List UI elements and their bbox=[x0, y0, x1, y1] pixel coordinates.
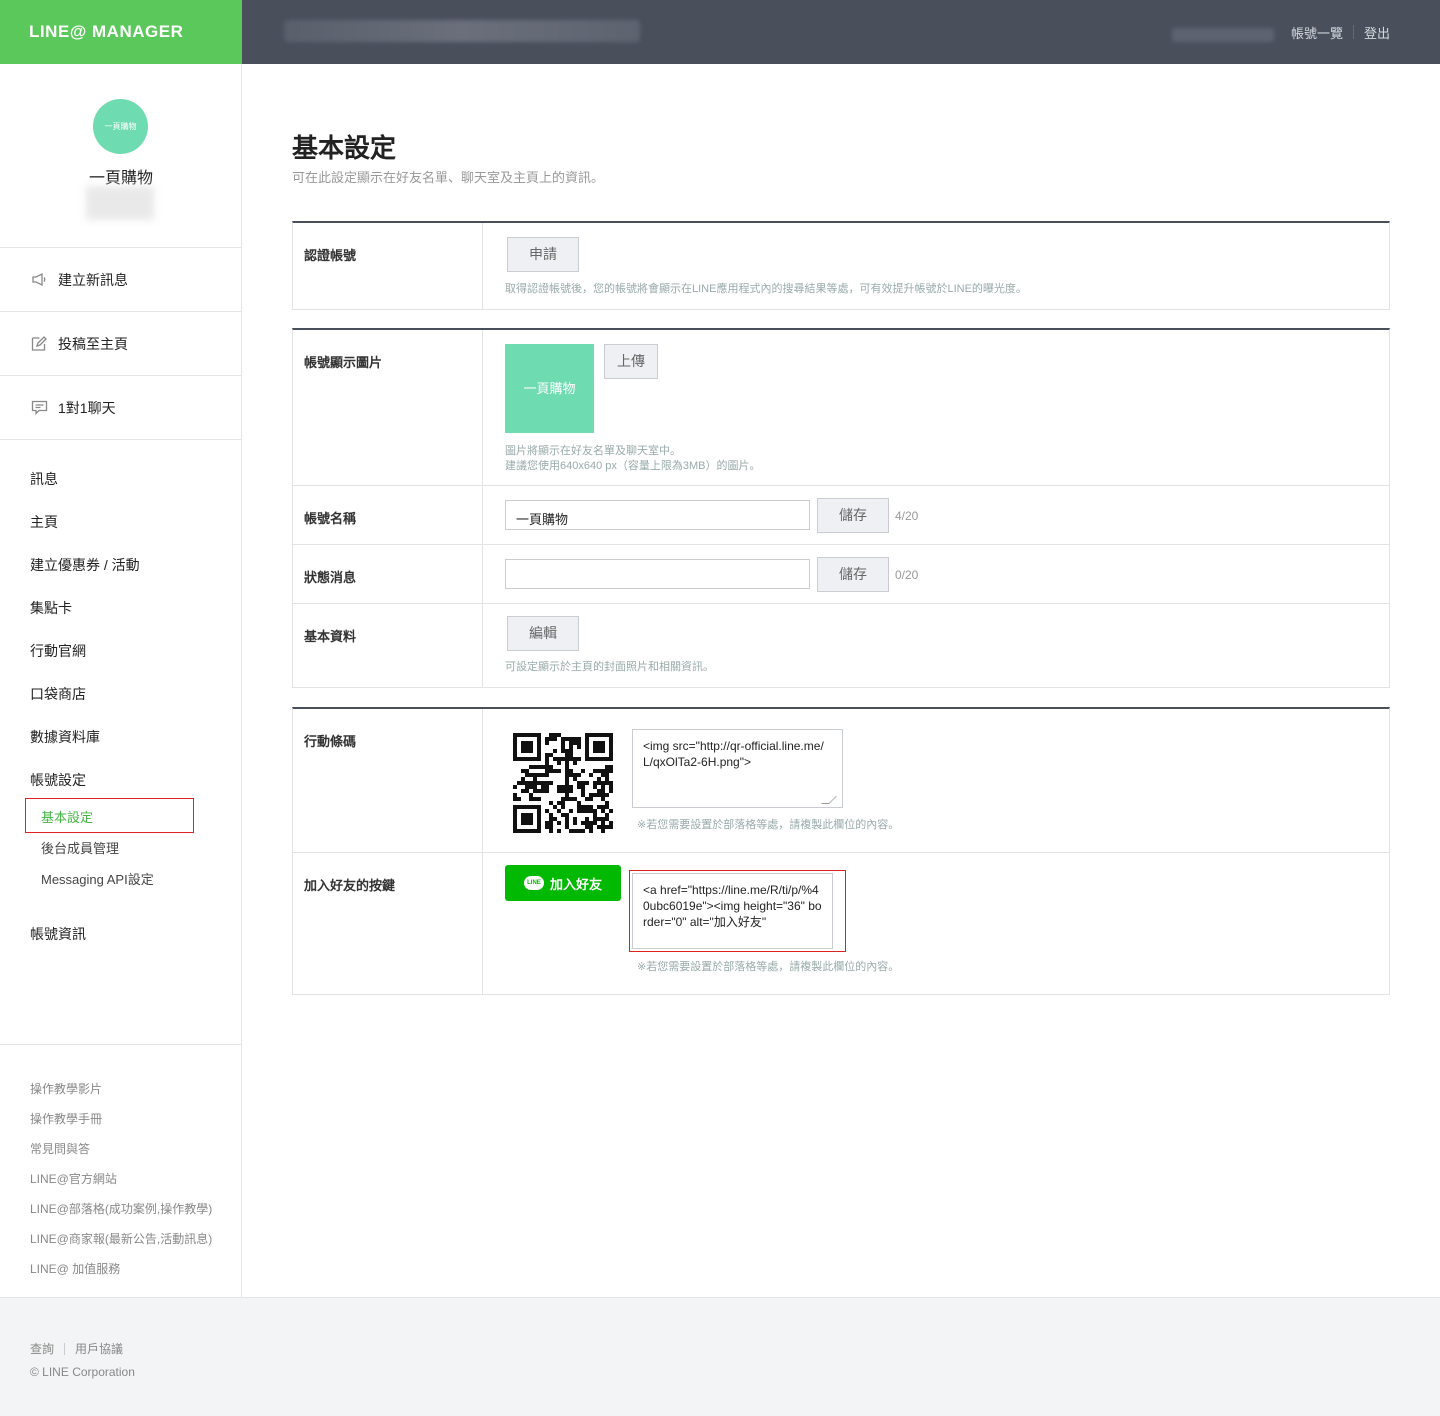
quick-chat-label: 1對1聊天 bbox=[58, 399, 116, 416]
row-qr-code: 行動條碼 <img src="http://qr-official.line.m… bbox=[293, 709, 1389, 853]
row-account-name: 帳號名稱 一頁購物 儲存 4/20 bbox=[293, 486, 1389, 545]
footer-divider bbox=[64, 1342, 66, 1355]
value-profile-image: 一頁購物 上傳 圖片將顯示在好友名單及聊天室中。 建議您使用640x640 px… bbox=[494, 330, 1389, 485]
megaphone-icon bbox=[30, 272, 48, 288]
menu-reward-card[interactable]: 集點卡 bbox=[0, 587, 241, 630]
save-status-button[interactable]: 儲存 bbox=[817, 557, 889, 592]
quick-new-message-label: 建立新訊息 bbox=[58, 271, 128, 288]
value-verified-account: 申請 取得認證帳號後，您的帳號將會顯示在LINE應用程式內的搜尋結果等處，可有效… bbox=[494, 223, 1389, 309]
apply-button[interactable]: 申請 bbox=[507, 237, 579, 272]
qr-code-embed-textarea[interactable]: <img src="http://qr-official.line.me/L/q… bbox=[632, 729, 843, 808]
profile-image-thumbnail: 一頁購物 bbox=[505, 344, 594, 433]
page-subtitle: 可在此設定顯示在好友名單、聊天室及主頁上的資訊。 bbox=[292, 170, 605, 185]
help-link-official-site[interactable]: LINE@官方網站 bbox=[0, 1169, 241, 1199]
profile-image-hint-1: 圖片將顯示在好友名單及聊天室中。 bbox=[505, 445, 681, 457]
basic-info-hint: 可設定顯示於主頁的封面照片和相關資訊。 bbox=[505, 661, 714, 673]
account-list-link[interactable]: 帳號一覽 bbox=[1291, 23, 1343, 42]
header-divider bbox=[1352, 25, 1354, 39]
active-menu-highlight bbox=[25, 798, 194, 833]
value-qr-code: <img src="http://qr-official.line.me/L/q… bbox=[494, 709, 1389, 852]
value-status-message: 儲存 0/20 bbox=[494, 545, 1389, 603]
help-link-premium[interactable]: LINE@ 加值服務 bbox=[0, 1259, 241, 1289]
row-add-friend: 加入好友的按鍵 LINE 加入好友 <a href="https://line.… bbox=[293, 853, 1389, 995]
status-message-input[interactable] bbox=[505, 559, 810, 589]
quick-post-home[interactable]: 投稿至主頁 bbox=[0, 312, 241, 376]
header-links: 帳號一覽 登出 bbox=[1291, 0, 1390, 64]
blurred-account-selector[interactable] bbox=[284, 20, 640, 42]
label-basic-info: 基本資料 bbox=[293, 604, 483, 687]
qr-code-icon bbox=[513, 733, 613, 833]
label-verified-account: 認證帳號 bbox=[293, 223, 483, 309]
page-footer: 查詢 用戶協議 © LINE Corporation bbox=[0, 1297, 1440, 1416]
account-name-count: 4/20 bbox=[895, 509, 919, 523]
help-links: 操作教學影片 操作教學手冊 常見問與答 LINE@官方網站 LINE@部落格(成… bbox=[0, 1044, 241, 1289]
footer-links: 查詢 用戶協議 bbox=[30, 1340, 123, 1357]
highlight-box bbox=[629, 870, 846, 952]
submenu-member-management[interactable]: 後台成員管理 bbox=[0, 833, 241, 864]
value-account-name: 一頁購物 儲存 4/20 bbox=[494, 486, 1389, 544]
footer-terms-link[interactable]: 用戶協議 bbox=[75, 1340, 123, 1357]
label-qr-code: 行動條碼 bbox=[293, 709, 483, 852]
help-link-news[interactable]: LINE@商家報(最新公告,活動訊息) bbox=[0, 1229, 241, 1259]
row-basic-info: 基本資料 編輯 可設定顯示於主頁的封面照片和相關資訊。 bbox=[293, 604, 1389, 688]
value-add-friend: LINE 加入好友 <a href="https://line.me/R/ti/… bbox=[494, 853, 1389, 994]
qr-code-hint: ※若您需要設置於部落格等處，請複製此欄位的內容。 bbox=[637, 819, 900, 831]
account-name-input[interactable]: 一頁購物 bbox=[505, 500, 810, 530]
menu-pocket-shop[interactable]: 口袋商店 bbox=[0, 673, 241, 716]
help-link-video[interactable]: 操作教學影片 bbox=[0, 1079, 241, 1109]
menu-account-settings[interactable]: 帳號設定 bbox=[0, 759, 241, 802]
help-link-blog[interactable]: LINE@部落格(成功案例,操作教學) bbox=[0, 1199, 241, 1229]
section-codes: 行動條碼 <img src="http://qr-official.line.m… bbox=[292, 707, 1390, 995]
save-name-button[interactable]: 儲存 bbox=[817, 498, 889, 533]
sidebar: 一頁購物 一頁購物 建立新訊息 投稿至主頁 1對1聊天 訊息 主頁 建立優惠券 … bbox=[0, 64, 242, 1297]
upload-button[interactable]: 上傳 bbox=[604, 344, 658, 379]
line-logo-icon: LINE bbox=[523, 876, 544, 890]
add-friend-button-label: 加入好友 bbox=[549, 876, 602, 892]
chat-icon bbox=[30, 400, 48, 416]
menu-home[interactable]: 主頁 bbox=[0, 501, 241, 544]
menu-messages[interactable]: 訊息 bbox=[0, 458, 241, 501]
row-profile-image: 帳號顯示圖片 一頁購物 上傳 圖片將顯示在好友名單及聊天室中。 建議您使用640… bbox=[293, 330, 1389, 486]
edit-icon bbox=[30, 336, 48, 352]
top-header: LINE@ MANAGER 帳號一覽 登出 bbox=[0, 0, 1440, 64]
logout-link[interactable]: 登出 bbox=[1364, 23, 1390, 42]
help-link-faq[interactable]: 常見問與答 bbox=[0, 1139, 241, 1169]
account-profile: 一頁購物 一頁購物 bbox=[0, 64, 241, 248]
brand-logo[interactable]: LINE@ MANAGER bbox=[0, 0, 242, 64]
blurred-account-id bbox=[86, 186, 154, 220]
quick-post-home-label: 投稿至主頁 bbox=[58, 335, 128, 352]
help-link-manual[interactable]: 操作教學手冊 bbox=[0, 1109, 241, 1139]
label-status-message: 狀態消息 bbox=[293, 545, 483, 603]
section-profile: 帳號顯示圖片 一頁購物 上傳 圖片將顯示在好友名單及聊天室中。 建議您使用640… bbox=[292, 328, 1390, 688]
menu-account-info[interactable]: 帳號資訊 bbox=[0, 913, 241, 956]
quick-chat[interactable]: 1對1聊天 bbox=[0, 376, 241, 440]
label-profile-image: 帳號顯示圖片 bbox=[293, 330, 483, 485]
verify-hint: 取得認證帳號後，您的帳號將會顯示在LINE應用程式內的搜尋結果等處，可有效提升帳… bbox=[505, 283, 1027, 295]
menu-coupons[interactable]: 建立優惠券 / 活動 bbox=[0, 544, 241, 587]
footer-copyright: © LINE Corporation bbox=[30, 1365, 135, 1379]
value-basic-info: 編輯 可設定顯示於主頁的封面照片和相關資訊。 bbox=[494, 604, 1389, 687]
quick-new-message[interactable]: 建立新訊息 bbox=[0, 248, 241, 312]
submenu-messaging-api[interactable]: Messaging API設定 bbox=[0, 864, 241, 895]
status-message-count: 0/20 bbox=[895, 568, 919, 582]
label-add-friend: 加入好友的按鍵 bbox=[293, 853, 483, 994]
row-status-message: 狀態消息 儲存 0/20 bbox=[293, 545, 1389, 604]
add-friend-button[interactable]: LINE 加入好友 bbox=[505, 865, 621, 901]
edit-button[interactable]: 編輯 bbox=[507, 616, 579, 651]
menu-mobile-site[interactable]: 行動官網 bbox=[0, 630, 241, 673]
profile-image-hint-2: 建議您使用640x640 px（容量上限為3MB）的圖片。 bbox=[505, 460, 761, 472]
page-title: 基本設定 bbox=[292, 133, 397, 163]
main-menu: 訊息 主頁 建立優惠券 / 活動 集點卡 行動官網 口袋商店 數據資料庫 帳號設… bbox=[0, 440, 241, 956]
label-account-name: 帳號名稱 bbox=[293, 486, 483, 544]
footer-inquiry-link[interactable]: 查詢 bbox=[30, 1340, 54, 1357]
blurred-user-name bbox=[1172, 28, 1274, 42]
section-verification: 認證帳號 申請 取得認證帳號後，您的帳號將會顯示在LINE應用程式內的搜尋結果等… bbox=[292, 221, 1390, 310]
avatar: 一頁購物 bbox=[93, 99, 148, 154]
add-friend-hint: ※若您需要設置於部落格等處，請複製此欄位的內容。 bbox=[637, 961, 900, 973]
menu-insights[interactable]: 數據資料庫 bbox=[0, 716, 241, 759]
account-name: 一頁購物 bbox=[88, 170, 153, 187]
row-verified-account: 認證帳號 申請 取得認證帳號後，您的帳號將會顯示在LINE應用程式內的搜尋結果等… bbox=[293, 223, 1389, 310]
